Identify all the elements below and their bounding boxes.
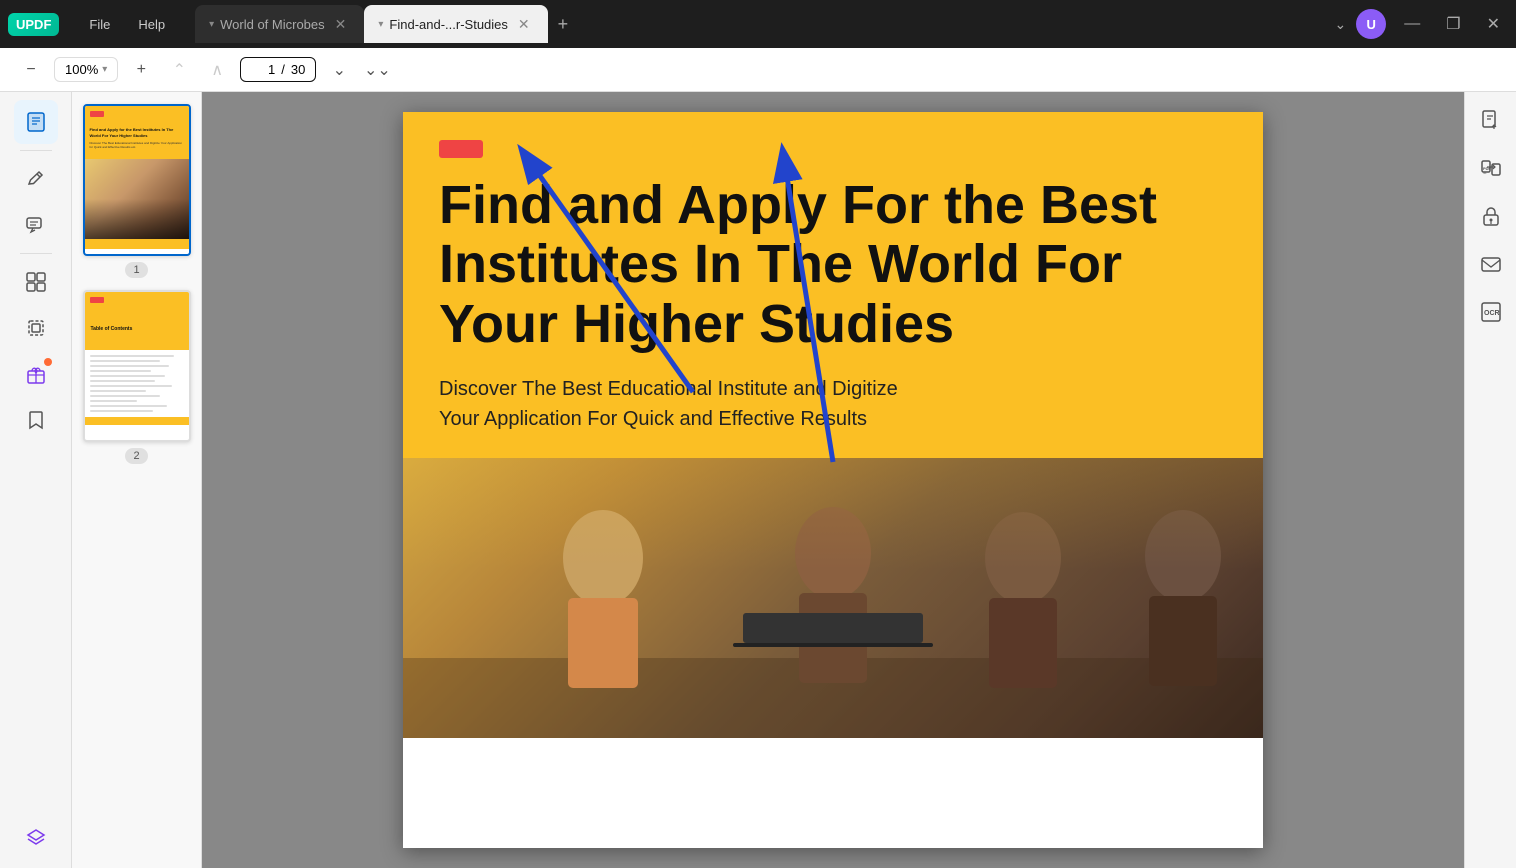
maximize-button[interactable]: ❐ xyxy=(1438,10,1468,38)
thumbnail-page-1[interactable]: Find and Apply for the Best Institutes I… xyxy=(83,104,191,278)
file-menu[interactable]: File xyxy=(75,11,124,38)
tab1-label: World of Microbes xyxy=(220,17,325,32)
nav-prev-button[interactable]: ∧ xyxy=(202,55,232,85)
page-input-container: / 30 xyxy=(240,57,316,82)
sidebar-reader-icon[interactable] xyxy=(14,100,58,144)
tabs-area: ▾ World of Microbes ✕ ▾ Find-and-...r-St… xyxy=(195,5,1326,43)
close-button[interactable]: ✕ xyxy=(1479,10,1508,38)
sidebar-right: PDF/A OCR xyxy=(1464,92,1516,868)
right-pdf-convert-icon[interactable]: PDF/A xyxy=(1471,148,1511,188)
sidebar-left xyxy=(0,92,72,868)
page-num-1: 1 xyxy=(125,262,147,278)
pdf-image-area xyxy=(403,458,1263,738)
main-area: Find and Apply for the Best Institutes I… xyxy=(0,92,1516,868)
tab1-close[interactable]: ✕ xyxy=(331,14,351,35)
sidebar-organize-icon[interactable] xyxy=(14,260,58,304)
zoom-dropdown-icon: ▾ xyxy=(102,64,107,75)
pdf-viewer[interactable]: Find and Apply For the Best Institutes I… xyxy=(202,92,1464,868)
add-tab-button[interactable]: + xyxy=(548,10,579,39)
zoom-level: 100% xyxy=(65,62,98,77)
nav-last-button[interactable]: ⌄⌄ xyxy=(362,55,392,85)
sidebar-crop-icon[interactable] xyxy=(14,306,58,350)
sidebar-comment-icon[interactable] xyxy=(14,203,58,247)
right-mail-icon[interactable] xyxy=(1471,244,1511,284)
thumb-frame-2: Table of Contents xyxy=(83,290,191,442)
nav-next-button[interactable]: ⌄ xyxy=(324,55,354,85)
tab2-dropdown[interactable]: ▾ xyxy=(378,19,383,30)
user-avatar[interactable]: U xyxy=(1356,9,1386,39)
sidebar-divider-2 xyxy=(20,253,52,254)
pdf-subtitle: Discover The Best Educational Institute … xyxy=(439,374,1227,434)
titlebar-right: ⌄ U — ❐ ✕ xyxy=(1335,9,1508,39)
zoom-display[interactable]: 100% ▾ xyxy=(54,57,118,82)
thumb-frame-1: Find and Apply for the Best Institutes I… xyxy=(83,104,191,256)
svg-text:OCR: OCR xyxy=(1484,310,1500,317)
thumbnail-page-2[interactable]: Table of Contents 2 xyxy=(83,290,191,464)
sidebar-bookmark-icon[interactable] xyxy=(14,398,58,442)
tab2-label: Find-and-...r-Studies xyxy=(389,17,508,32)
pdf-page: Find and Apply For the Best Institutes I… xyxy=(403,112,1263,848)
gift-badge xyxy=(44,358,52,366)
help-menu[interactable]: Help xyxy=(124,11,179,38)
zoom-out-button[interactable]: − xyxy=(16,55,46,85)
sidebar-edit-icon[interactable] xyxy=(14,157,58,201)
nav-first-button[interactable]: ⌃ xyxy=(164,55,194,85)
page-total: 30 xyxy=(291,62,305,77)
menu-bar: File Help xyxy=(75,11,179,38)
titlebar: UPDF File Help ▾ World of Microbes ✕ ▾ F… xyxy=(0,0,1516,48)
right-ocr-icon[interactable]: OCR xyxy=(1471,292,1511,332)
sidebar-layers-icon[interactable] xyxy=(14,816,58,860)
minimize-button[interactable]: — xyxy=(1396,11,1428,37)
thumbnail-panel: Find and Apply for the Best Institutes I… xyxy=(72,92,202,868)
zoom-in-button[interactable]: + xyxy=(126,55,156,85)
page-num-2: 2 xyxy=(125,448,147,464)
titlebar-dropdown-btn[interactable]: ⌄ xyxy=(1335,16,1347,33)
pdf-yellow-header: Find and Apply For the Best Institutes I… xyxy=(403,112,1263,458)
toolbar: − 100% ▾ + ⌃ ∧ / 30 ⌄ ⌄⌄ xyxy=(0,48,1516,92)
sidebar-gift-icon[interactable] xyxy=(14,352,58,396)
sidebar-divider-1 xyxy=(20,150,52,151)
tab-find-and-studies[interactable]: ▾ Find-and-...r-Studies ✕ xyxy=(364,5,547,43)
right-extract-icon[interactable] xyxy=(1471,100,1511,140)
pdf-main-title: Find and Apply For the Best Institutes I… xyxy=(439,176,1227,354)
tab1-dropdown[interactable]: ▾ xyxy=(209,19,214,30)
page-separator: / xyxy=(281,62,285,77)
tab-world-of-microbes[interactable]: ▾ World of Microbes ✕ xyxy=(195,5,364,43)
right-lock-icon[interactable] xyxy=(1471,196,1511,236)
app-logo: UPDF xyxy=(8,13,59,36)
page-number-input[interactable] xyxy=(251,62,275,77)
tab2-close[interactable]: ✕ xyxy=(514,14,534,35)
